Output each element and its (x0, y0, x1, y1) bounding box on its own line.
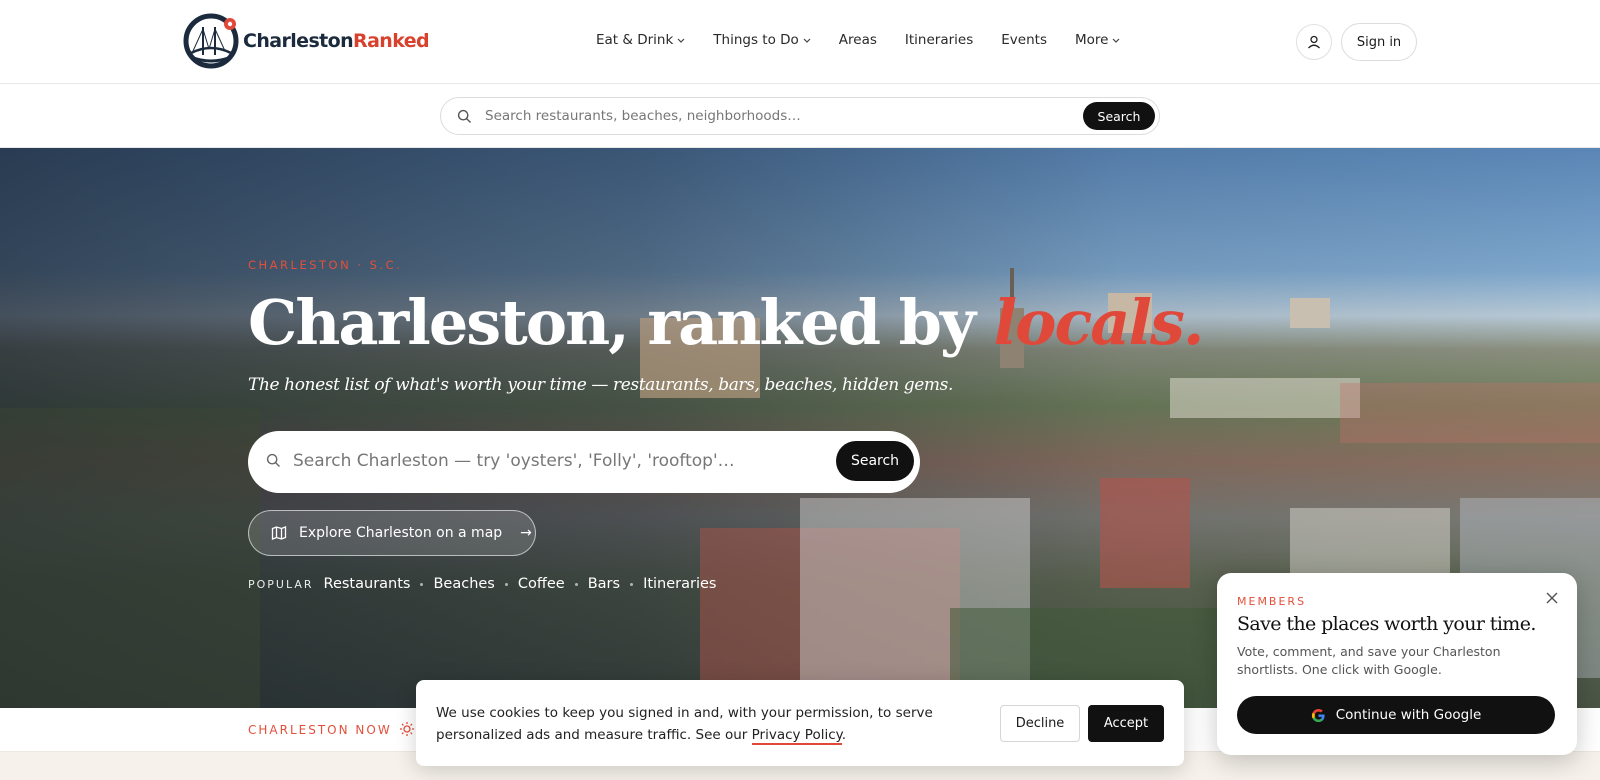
nav-label: Events (1001, 32, 1047, 48)
nav-item-more[interactable]: More (1075, 32, 1120, 48)
hero-search-button[interactable]: Search (836, 441, 914, 481)
search-placeholder: Search restaurants, beaches, neighborhoo… (485, 108, 801, 124)
cookie-message: We use cookies to keep you signed in and… (436, 702, 956, 746)
separator-dot (574, 582, 578, 586)
chevron-down-icon (677, 38, 685, 43)
account-button[interactable] (1296, 24, 1332, 60)
popular-label: POPULAR (248, 577, 314, 591)
logo-text-ranked: Ranked (353, 30, 430, 52)
google-icon (1311, 708, 1325, 722)
explore-map-label: Explore Charleston on a map (299, 525, 503, 541)
nav-label: Things to Do (713, 32, 799, 48)
cookie-text-end: . (841, 727, 847, 743)
separator-dot (504, 582, 508, 586)
header-search-button[interactable]: Search (1083, 102, 1155, 130)
decline-cookies-button[interactable]: Decline (1000, 705, 1080, 742)
nav-item-things-to-do[interactable]: Things to Do (713, 32, 811, 48)
nav-item-itineraries[interactable]: Itineraries (905, 32, 973, 48)
sign-in-button[interactable]: Sign in (1341, 23, 1417, 61)
nav-label: Eat & Drink (596, 32, 674, 48)
chevron-down-icon (1113, 38, 1120, 43)
continue-with-google-button[interactable]: Continue with Google (1237, 696, 1555, 734)
hero-title-accent: locals. (993, 286, 1205, 359)
hero-search-input[interactable]: Search Charleston — try 'oysters', 'Foll… (248, 431, 920, 493)
hero-subtitle: The honest list of what's worth your tim… (248, 375, 953, 395)
close-icon[interactable] (1545, 591, 1559, 605)
map-icon (271, 526, 287, 540)
site-header: CharlestonRanked Eat & Drink Things to D… (0, 0, 1600, 84)
hero-search-placeholder: Search Charleston — try 'oysters', 'Foll… (293, 451, 735, 471)
popular-links: POPULAR Restaurants Beaches Coffee Bars … (248, 576, 716, 592)
secondary-search-bar: Search restaurants, beaches, neighborhoo… (0, 84, 1600, 148)
arrow-right-icon: → (520, 525, 532, 541)
search-icon (266, 453, 280, 467)
nav-label: More (1074, 32, 1109, 48)
nav-item-events[interactable]: Events (1001, 32, 1047, 48)
members-description: Vote, comment, and save your Charleston … (1237, 644, 1501, 677)
cookie-banner: We use cookies to keep you signed in and… (416, 680, 1184, 766)
sun-icon (400, 722, 414, 736)
hero-title-main: Charleston, ranked by (248, 286, 994, 359)
separator-dot (420, 582, 424, 586)
bridge-logo-icon (183, 13, 239, 69)
popular-link-coffee[interactable]: Coffee (518, 576, 565, 592)
privacy-policy-link[interactable]: Privacy Policy (751, 727, 842, 745)
header-search-input[interactable]: Search restaurants, beaches, neighborhoo… (440, 97, 1160, 135)
separator-dot (630, 582, 634, 586)
nav-item-eat-drink[interactable]: Eat & Drink (596, 32, 685, 48)
main-nav: Eat & Drink Things to Do Areas Itinerari… (596, 32, 1148, 48)
charleston-now-label: CHARLESTON NOW (248, 723, 392, 737)
logo-wordmark: CharlestonRanked (243, 30, 430, 52)
popular-link-beaches[interactable]: Beaches (433, 576, 494, 592)
nav-label: Itineraries (904, 32, 974, 48)
google-button-label: Continue with Google (1335, 707, 1482, 723)
user-icon (1308, 35, 1320, 49)
accept-cookies-button[interactable]: Accept (1088, 705, 1164, 742)
popular-link-restaurants[interactable]: Restaurants (324, 576, 411, 592)
popular-link-bars[interactable]: Bars (588, 576, 620, 592)
members-signup-card: MEMBERS Save the places worth your time.… (1217, 573, 1577, 755)
logo-text-charleston: Charleston (243, 30, 354, 52)
hero-content: CHARLESTON · S.C. Charleston, ranked by … (248, 258, 1205, 395)
search-icon (457, 109, 471, 123)
hero-eyebrow: CHARLESTON · S.C. (248, 258, 403, 272)
members-eyebrow: MEMBERS (1237, 595, 1307, 608)
cookie-text: We use cookies to keep you signed in and… (436, 705, 933, 743)
nav-item-areas[interactable]: Areas (839, 32, 877, 48)
nav-label: Areas (838, 32, 877, 48)
members-title: Save the places worth your time. (1237, 613, 1536, 635)
site-logo[interactable]: CharlestonRanked (183, 13, 430, 69)
popular-link-itineraries[interactable]: Itineraries (643, 576, 716, 592)
chevron-down-icon (803, 38, 811, 43)
hero-title: Charleston, ranked by locals. (248, 286, 1205, 359)
explore-map-button[interactable]: Explore Charleston on a map → (248, 510, 536, 556)
